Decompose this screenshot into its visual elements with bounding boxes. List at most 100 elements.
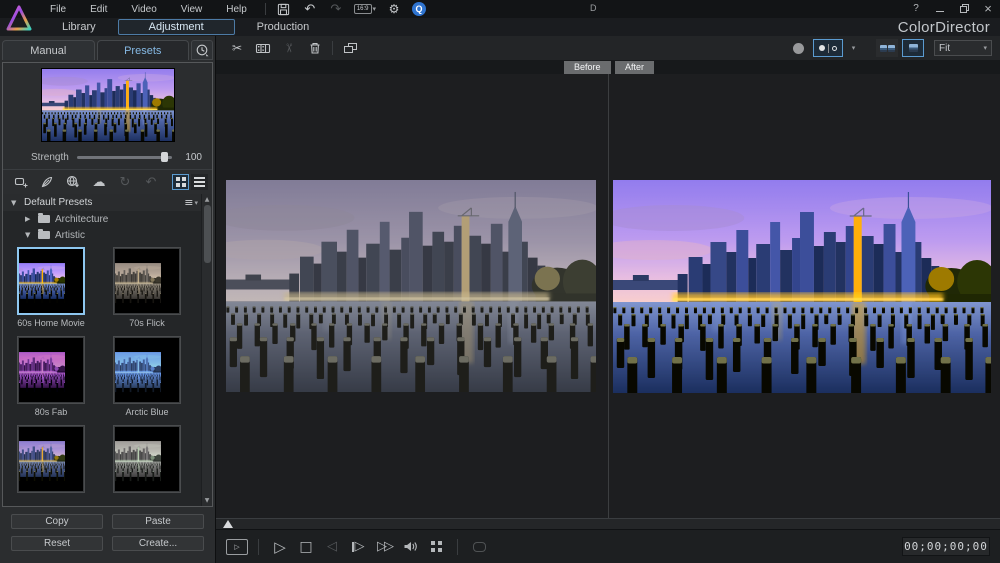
- history-clock-icon[interactable]: [191, 40, 213, 60]
- restore-button[interactable]: [958, 2, 970, 14]
- collapse-arrow-icon[interactable]: ▶: [25, 215, 33, 223]
- menu-video[interactable]: Video: [119, 2, 168, 17]
- tab-library[interactable]: Library: [48, 19, 110, 35]
- compare-dropdown-icon[interactable]: ▾: [847, 39, 860, 57]
- tree-item-label: Architecture: [55, 214, 108, 225]
- tree-root-row[interactable]: ▼ Default Presets ≡▾: [3, 194, 212, 211]
- menu-file[interactable]: File: [38, 2, 78, 17]
- close-button[interactable]: ×: [982, 2, 994, 14]
- strength-slider[interactable]: [77, 156, 172, 159]
- split-view-button[interactable]: [876, 39, 898, 57]
- presets-panel-box: Strength 100: [2, 62, 213, 507]
- play-button[interactable]: ▷: [269, 536, 291, 558]
- tree-item-architecture[interactable]: ▶ Architecture: [3, 211, 212, 227]
- scroll-up-icon[interactable]: ▲: [205, 194, 210, 205]
- preset-70s-flick[interactable]: 70s Flick: [113, 247, 181, 328]
- compare-mode-icon[interactable]: [337, 39, 363, 57]
- revert-icon[interactable]: ↶: [139, 173, 163, 191]
- before-dot-icon: [819, 45, 825, 51]
- help-button[interactable]: ?: [910, 2, 922, 14]
- fast-forward-button[interactable]: ▷▷: [373, 536, 395, 558]
- zoom-select[interactable]: Fit ▾: [934, 40, 992, 56]
- preset-toolbar: ☁ ↻ ↶: [3, 170, 212, 194]
- tab-presets[interactable]: Presets: [97, 40, 190, 60]
- next-frame-button[interactable]: ▷: [347, 536, 369, 558]
- tab-adjustment[interactable]: Adjustment: [118, 19, 235, 35]
- preview-thumbnail: [41, 68, 175, 142]
- preset-browser: ▼ Default Presets ≡▾ ▶ Architecture ▼ Ar…: [3, 194, 212, 506]
- create-button[interactable]: Create...: [112, 536, 204, 551]
- app-name: ColorDirector: [898, 19, 990, 36]
- strength-slider-handle[interactable]: [161, 152, 168, 162]
- window-controls: ? ×: [910, 2, 994, 14]
- settings-gear-icon[interactable]: ⚙: [386, 2, 402, 16]
- directorzone-download-icon[interactable]: [61, 173, 85, 191]
- preview-window-button[interactable]: ▷: [226, 536, 248, 558]
- sync-icon[interactable]: ↻: [113, 173, 137, 191]
- tab-production[interactable]: Production: [243, 19, 324, 35]
- preview-quality-button[interactable]: [425, 536, 447, 558]
- compare-viewer: [216, 74, 1000, 518]
- delete-icon[interactable]: [302, 39, 328, 57]
- menu-view[interactable]: View: [169, 2, 215, 17]
- view-controls: ▾ Fit ▾: [787, 39, 992, 57]
- preset-arctic-blue[interactable]: Arctic Blue: [113, 336, 181, 417]
- merge-clip-icon[interactable]: ✂: [280, 35, 298, 61]
- cloud-upload-icon[interactable]: ☁: [87, 173, 111, 191]
- playhead-marker[interactable]: [223, 520, 233, 528]
- feather-pen-icon[interactable]: [35, 173, 59, 191]
- preset-menu-icon[interactable]: ≡▾: [184, 196, 198, 209]
- after-image[interactable]: [613, 180, 991, 393]
- save-icon[interactable]: [276, 2, 292, 16]
- strength-label: Strength: [31, 152, 69, 163]
- stop-button[interactable]: □: [295, 536, 317, 558]
- scroll-down-icon[interactable]: ▼: [205, 495, 210, 506]
- expand-arrow-icon[interactable]: ▼: [11, 199, 19, 207]
- presets-panel: Manual Presets Strength 100: [0, 36, 215, 563]
- preset-partial-left[interactable]: [17, 425, 85, 493]
- preset-preview: [3, 63, 212, 145]
- snapshot-button[interactable]: [468, 536, 490, 558]
- preset-partial-right[interactable]: [113, 425, 181, 493]
- menu-edit[interactable]: Edit: [78, 2, 119, 17]
- account-icon[interactable]: Q: [412, 2, 426, 16]
- paste-button[interactable]: Paste: [112, 514, 204, 529]
- copy-button[interactable]: Copy: [11, 514, 103, 529]
- tree-item-artistic[interactable]: ▼ Artistic: [3, 227, 212, 243]
- scene-frames-icon[interactable]: [250, 39, 276, 57]
- timecode-display: 00;00;00;00: [902, 537, 990, 556]
- zoom-value: Fit: [939, 43, 982, 54]
- redo-icon[interactable]: ↷: [328, 2, 344, 16]
- tree-root-label: Default Presets: [24, 197, 92, 208]
- split-clip-icon[interactable]: ✂: [224, 39, 250, 57]
- folder-icon: [38, 215, 50, 223]
- before-image[interactable]: [226, 180, 596, 392]
- list-view-button[interactable]: [191, 174, 208, 190]
- expand-arrow-icon[interactable]: ▼: [25, 231, 33, 239]
- compare-label-strip: Before After: [216, 60, 1000, 74]
- preset-60s-home-movie[interactable]: 60s Home Movie: [17, 247, 85, 328]
- transport-separator: [258, 539, 259, 555]
- select-region-add-icon[interactable]: [9, 173, 33, 191]
- undo-icon[interactable]: ↶: [302, 2, 318, 16]
- previous-frame-button[interactable]: ◁: [321, 536, 343, 558]
- scrollbar-thumb[interactable]: [204, 205, 211, 263]
- preset-scrollbar[interactable]: ▲ ▼: [201, 194, 212, 506]
- title-bar: File Edit Video View Help ↶ ↷ 16:9▾ ⚙ Q …: [0, 0, 1000, 18]
- mode-tab-row: Library Adjustment Production ColorDirec…: [0, 18, 1000, 36]
- seek-bar[interactable]: [216, 518, 1000, 530]
- aspect-ratio-icon[interactable]: 16:9▾: [354, 2, 376, 16]
- show-original-icon[interactable]: [787, 39, 809, 57]
- before-after-toggle[interactable]: [813, 39, 843, 57]
- tab-manual[interactable]: Manual: [2, 40, 95, 60]
- menu-help[interactable]: Help: [214, 2, 259, 17]
- volume-button[interactable]: [399, 536, 421, 558]
- minimize-button[interactable]: [934, 2, 946, 14]
- preset-action-buttons: Copy Paste Reset Create...: [2, 512, 213, 553]
- preset-80s-fab[interactable]: 80s Fab: [17, 336, 85, 417]
- strength-value: 100: [180, 152, 202, 163]
- single-view-button[interactable]: [902, 39, 924, 57]
- grid-view-button[interactable]: [172, 174, 189, 190]
- app-logo-icon: [6, 3, 32, 33]
- reset-button[interactable]: Reset: [11, 536, 103, 551]
